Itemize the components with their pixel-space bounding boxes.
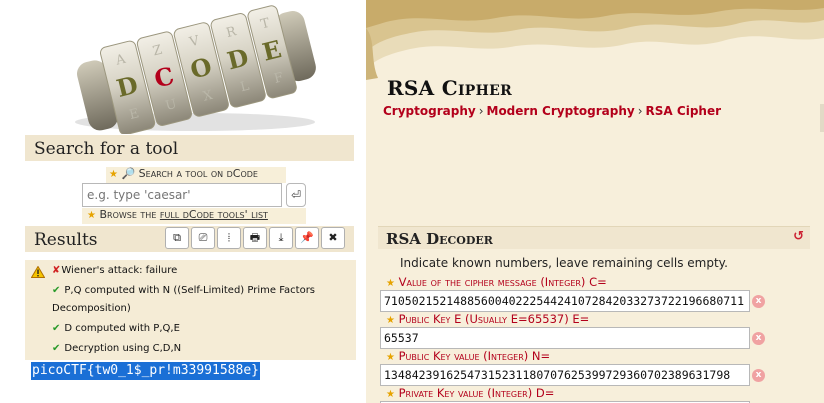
decoder-panel-header: RSA Decoder ↺ bbox=[378, 226, 810, 249]
clear-field-icon[interactable]: x bbox=[752, 295, 765, 308]
decoder-instruction: Indicate known numbers, leave remaining … bbox=[400, 256, 728, 270]
result-line: Decomposition) bbox=[52, 303, 131, 314]
result-line: ✔ D computed with P,Q,E bbox=[52, 323, 180, 334]
copy-button[interactable]: ⧉ bbox=[165, 227, 189, 249]
star-icon: ★ bbox=[386, 315, 395, 326]
field-label-d: ★ Private Key value (Integer) D= bbox=[386, 386, 554, 400]
breadcrumb-item[interactable]: RSA Cipher bbox=[646, 104, 721, 118]
breadcrumb: Cryptography › Modern Cryptography › RSA Cip… bbox=[383, 104, 721, 118]
star-icon: ★ bbox=[109, 169, 118, 180]
main-content: RSA Cipher Cryptography › Modern Cryptogra… bbox=[366, 0, 824, 403]
browse-prefix: Browse the bbox=[99, 208, 160, 221]
search-title: Search for a tool bbox=[34, 139, 179, 159]
dcode-logo[interactable]: AZVRT EUXLF D C O D E bbox=[55, 4, 335, 134]
breadcrumb-separator: › bbox=[478, 104, 484, 118]
star-icon: ★ bbox=[87, 210, 96, 221]
star-icon: ★ bbox=[386, 389, 395, 400]
columns-button[interactable]: ⦙ bbox=[217, 227, 241, 249]
field-label-text: Public Key E (Usually E=65537) E= bbox=[398, 312, 590, 326]
side-scroll-tab[interactable] bbox=[820, 104, 824, 132]
breadcrumb-item[interactable]: Modern Cryptography bbox=[487, 104, 635, 118]
search-panel-header: Search for a tool bbox=[25, 135, 354, 161]
field-label-text: Private Key value (Integer) D= bbox=[398, 386, 555, 400]
reload-icon[interactable]: ↺ bbox=[793, 229, 804, 244]
close-results-button[interactable]: ✖ bbox=[321, 227, 345, 249]
field-label-c: ★ Value of the cipher message (Integer) … bbox=[386, 275, 607, 289]
star-icon: ★ bbox=[386, 352, 395, 363]
warning-icon bbox=[31, 266, 45, 278]
field-label-text: Public Key value (Integer) N= bbox=[398, 349, 551, 363]
result-line: ✔ Decryption using C,D,N bbox=[52, 343, 181, 354]
result-text: Wiener's attack: failure bbox=[61, 265, 178, 276]
parchment-header-decoration bbox=[366, 0, 824, 80]
decrypted-output[interactable]: picoCTF{tw0_1$_pr!m33991588e} bbox=[31, 362, 260, 380]
clear-field-icon[interactable]: x bbox=[752, 369, 765, 382]
page-title: RSA Cipher bbox=[387, 76, 513, 100]
browse-link-text[interactable]: full dCode tools' list bbox=[160, 208, 268, 221]
search-submit-button[interactable]: ⏎ bbox=[286, 183, 306, 207]
search-input[interactable] bbox=[82, 183, 282, 207]
results-title: Results bbox=[34, 230, 98, 250]
public-key-n-input[interactable]: 1348423916254731523118070762539972936070… bbox=[380, 364, 750, 386]
browse-tools-link[interactable]: ★ Browse the full dCode tools' list bbox=[82, 208, 306, 224]
result-line: ✘Wiener's attack: failure bbox=[52, 265, 177, 276]
cipher-c-input[interactable]: 7105021521488560040222544241072842033273… bbox=[380, 290, 750, 312]
field-label-text: Value of the cipher message (Integer) C= bbox=[398, 275, 607, 289]
results-box: ✘Wiener's attack: failure ✔ P,Q computed … bbox=[25, 260, 356, 360]
pin-button[interactable]: 📌 bbox=[295, 227, 319, 249]
screenshot-button[interactable]: ⎚ bbox=[191, 227, 215, 249]
print-button[interactable]: 🖶 bbox=[243, 227, 267, 249]
breadcrumb-item[interactable]: Cryptography bbox=[383, 104, 476, 118]
result-text: P,Q computed with N ((Self-Limited) Prim… bbox=[64, 285, 316, 296]
result-text: D computed with P,Q,E bbox=[64, 323, 180, 334]
breadcrumb-separator: › bbox=[637, 104, 643, 118]
magnifier-icon: 🔎 bbox=[121, 167, 136, 180]
result-text: Decryption using C,D,N bbox=[64, 343, 182, 354]
clear-field-icon[interactable]: x bbox=[752, 332, 765, 345]
star-icon: ★ bbox=[386, 278, 395, 289]
search-tool-link[interactable]: ★ 🔎 Search a tool on dCode bbox=[106, 167, 286, 183]
failure-icon: ✘ bbox=[52, 265, 61, 276]
search-tool-link-label: Search a tool on dCode bbox=[138, 167, 258, 180]
public-key-e-input[interactable]: 65537 bbox=[380, 327, 750, 349]
check-icon: ✔ bbox=[52, 343, 61, 354]
field-label-e: ★ Public Key E (Usually E=65537) E= bbox=[386, 312, 589, 326]
result-text: Decomposition) bbox=[52, 303, 131, 314]
download-button[interactable]: ⤓ bbox=[269, 227, 293, 249]
check-icon: ✔ bbox=[52, 285, 61, 296]
field-label-n: ★ Public Key value (Integer) N= bbox=[386, 349, 550, 363]
check-icon: ✔ bbox=[52, 323, 61, 334]
left-sidebar: AZVRT EUXLF D C O D E Search for a tool … bbox=[0, 0, 366, 403]
decoder-title: RSA Decoder bbox=[386, 230, 493, 248]
result-line: ✔ P,Q computed with N ((Self-Limited) Pri… bbox=[52, 285, 315, 296]
